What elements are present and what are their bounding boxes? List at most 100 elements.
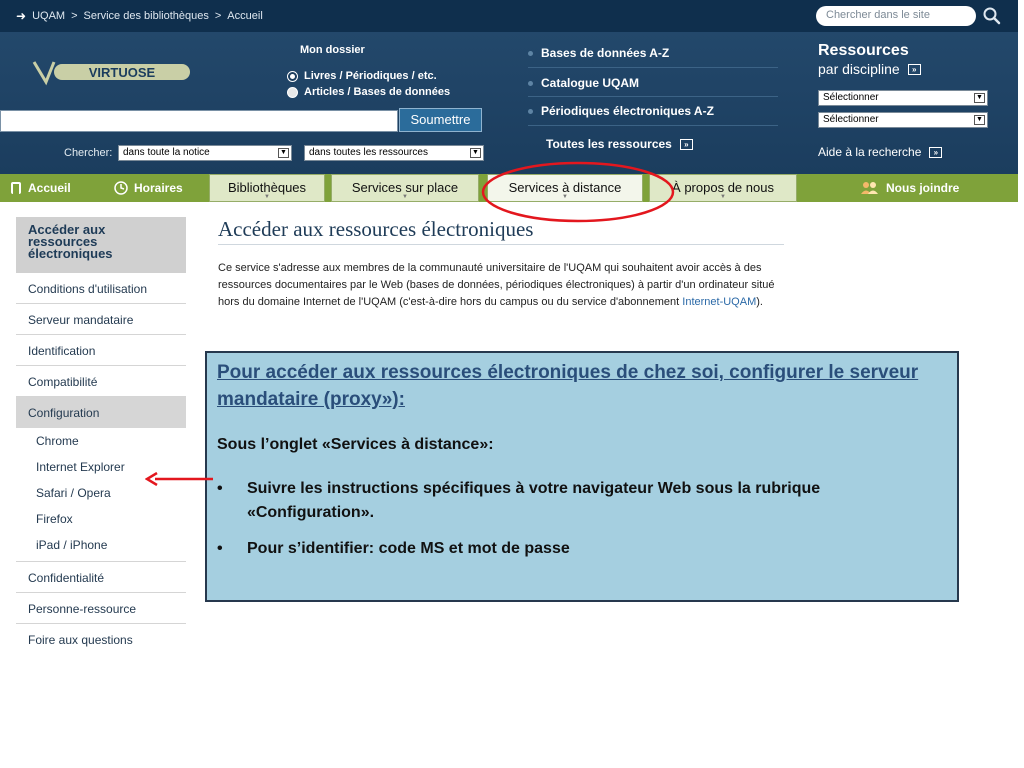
bullet-icon	[528, 80, 533, 86]
intro-text-end: ).	[756, 296, 763, 308]
search-field-select[interactable]: dans toute la notice ▼	[118, 145, 292, 161]
breadcrumb: ➜ UQAM > Service des bibliothèques > Acc…	[16, 9, 263, 23]
radio-articles-label: Articles / Bases de données	[304, 86, 451, 98]
people-icon	[861, 182, 878, 194]
bullet-icon: •	[217, 540, 223, 557]
radio-articles[interactable]: Articles / Bases de données	[287, 86, 450, 98]
tab-a-propos-label: À propos de nous	[672, 180, 774, 195]
radio-button-selected[interactable]	[287, 70, 298, 82]
highlight-ellipse	[481, 161, 675, 223]
top-bar: ➜ UQAM > Service des bibliothèques > Acc…	[0, 0, 1018, 32]
sidebar-item-confidentialite[interactable]: Confidentialité	[16, 562, 186, 593]
double-arrow-icon: »	[929, 146, 943, 158]
search-scope-label: Chercher:	[64, 147, 113, 159]
resource-scope-select[interactable]: dans toutes les ressources ▼	[304, 145, 484, 161]
sidebar-item-identification[interactable]: Identification	[16, 335, 186, 366]
link-all-resources-label: Toutes les ressources	[546, 137, 672, 151]
sidebar-item-personne-ressource[interactable]: Personne-ressource	[16, 593, 186, 624]
divider	[528, 96, 778, 97]
mon-dossier-link[interactable]: Mon dossier	[300, 44, 365, 56]
page: ➜ UQAM > Service des bibliothèques > Acc…	[0, 0, 1024, 768]
chevron-down-icon: ▼	[974, 115, 985, 125]
sidebar-item-conditions[interactable]: Conditions d'utilisation	[16, 273, 186, 304]
sidebar: Accéder aux ressources électroniques Con…	[16, 217, 186, 655]
link-databases-az-label: Bases de données A-Z	[541, 46, 670, 60]
resources-subtitle: par discipline	[818, 61, 900, 77]
radio-books[interactable]: Livres / Périodiques / etc.	[287, 70, 437, 82]
radio-books-label: Livres / Périodiques / etc.	[304, 70, 437, 82]
callout-subtitle: Sous l’onglet «Services à distance»:	[217, 436, 494, 453]
breadcrumb-separator: >	[214, 10, 222, 22]
intro-paragraph: Ce service s'adresse aux membres de la c…	[218, 260, 798, 311]
link-catalogue-uqam[interactable]: Catalogue UQAM	[528, 76, 639, 90]
double-arrow-icon: »	[679, 138, 693, 150]
divider	[528, 125, 778, 126]
callout-bullet-text: Suivre les instructions spécifiques à vo…	[246, 480, 821, 521]
header: VIRTUOSE Mon dossier Livres / Périodique…	[0, 32, 1018, 174]
chevron-down-icon: ▼	[402, 194, 408, 200]
resources-by-discipline-link[interactable]: par discipline »	[818, 61, 921, 77]
double-arrow-icon: »	[907, 63, 921, 75]
sidebar-item-configuration[interactable]: Configuration	[16, 397, 186, 428]
resource-scope-select-value: dans toutes les ressources	[309, 147, 428, 158]
research-help-label: Aide à la recherche	[818, 145, 922, 159]
virtuose-logo[interactable]: VIRTUOSE	[32, 58, 196, 86]
link-ejournals-az[interactable]: Périodiques électroniques A-Z	[528, 104, 714, 118]
submit-button[interactable]: Soumettre	[399, 108, 482, 132]
sidebar-subitem-chrome[interactable]: Chrome	[16, 428, 186, 454]
research-help-link[interactable]: Aide à la recherche »	[818, 145, 943, 159]
arrow-right-icon: ➜	[16, 9, 27, 23]
sidebar-header[interactable]: Accéder aux ressources électroniques	[16, 217, 186, 273]
breadcrumb-separator: >	[71, 10, 78, 22]
breadcrumb-uqam[interactable]: UQAM	[32, 10, 65, 22]
chevron-down-icon: ▼	[974, 93, 985, 103]
subdiscipline-select[interactable]: Sélectionner ▼	[818, 112, 988, 128]
search-icon[interactable]	[982, 6, 1002, 26]
tab-bibliotheques[interactable]: Bibliothèques ▼	[209, 174, 325, 202]
callout-bullet: • Suivre les instructions spécifiques à …	[217, 477, 947, 525]
arrow-left-icon	[145, 472, 213, 486]
sidebar-subitem-firefox[interactable]: Firefox	[16, 506, 186, 532]
breadcrumb-library-service[interactable]: Service des bibliothèques	[84, 10, 209, 22]
nav-nous-joindre[interactable]: Nous joindre	[860, 174, 959, 202]
tab-services-sur-place[interactable]: Services sur place ▼	[331, 174, 479, 202]
chevron-down-icon: ▼	[720, 194, 726, 200]
site-search-input[interactable]: Chercher dans le site	[816, 6, 976, 26]
logo-text: VIRTUOSE	[89, 65, 156, 80]
catalog-search-input[interactable]	[0, 110, 398, 132]
nav-accueil-label: Accueil	[28, 181, 71, 195]
nav-nous-joindre-label: Nous joindre	[886, 181, 960, 195]
breadcrumb-home[interactable]: Accueil	[227, 10, 262, 22]
sidebar-subitem-ipad-iphone[interactable]: iPad / iPhone	[16, 532, 186, 562]
sidebar-item-faq[interactable]: Foire aux questions	[16, 624, 186, 655]
divider	[528, 67, 778, 68]
nav-accueil[interactable]: Accueil	[10, 174, 71, 202]
tab-services-sur-place-label: Services sur place	[351, 180, 459, 195]
discipline-select[interactable]: Sélectionner ▼	[818, 90, 988, 106]
chevron-down-icon: ▼	[264, 194, 270, 200]
bullet-icon	[528, 108, 533, 114]
chevron-down-icon: ▼	[470, 148, 481, 158]
internet-uqam-link[interactable]: Internet-UQAM	[682, 296, 756, 308]
sidebar-item-serveur-mandataire[interactable]: Serveur mandataire	[16, 304, 186, 335]
radio-button[interactable]	[287, 86, 298, 98]
callout-bullet-text: Pour s’identifier: code MS et mot de pas…	[247, 540, 570, 557]
nav-horaires-label: Horaires	[134, 181, 183, 195]
door-icon	[11, 182, 21, 194]
sidebar-item-compatibilite[interactable]: Compatibilité	[16, 366, 186, 397]
clock-icon	[114, 181, 128, 195]
link-all-resources[interactable]: Toutes les ressources »	[546, 137, 693, 151]
discipline-select-value: Sélectionner	[823, 92, 879, 103]
link-ejournals-az-label: Périodiques électroniques A-Z	[541, 104, 714, 118]
callout-bullet: • Pour s’identifier: code MS et mot de p…	[217, 537, 947, 561]
subdiscipline-select-value: Sélectionner	[823, 114, 879, 125]
divider	[218, 244, 784, 245]
callout-title: Pour accéder aux ressources électronique…	[217, 362, 919, 410]
instruction-callout: Pour accéder aux ressources électronique…	[205, 351, 959, 602]
link-databases-az[interactable]: Bases de données A-Z	[528, 46, 669, 60]
nav-horaires[interactable]: Horaires	[114, 174, 183, 202]
chevron-down-icon: ▼	[278, 148, 289, 158]
bullet-icon	[528, 50, 533, 56]
link-catalogue-uqam-label: Catalogue UQAM	[541, 76, 640, 90]
resources-title: Ressources	[818, 42, 909, 59]
